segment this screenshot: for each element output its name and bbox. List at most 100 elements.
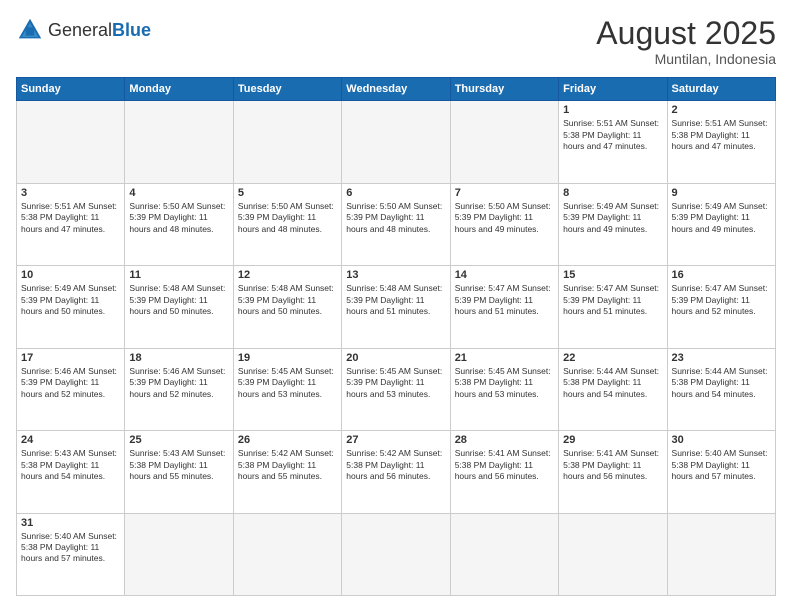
cell-date-number: 16 — [672, 269, 771, 281]
calendar-header-wednesday: Wednesday — [342, 78, 450, 101]
calendar-cell: 8 Sunrise: 5:49 AM Sunset: 5:39 PM Daylig… — [559, 183, 667, 265]
calendar-cell: 28Sunrise: 5:41 AM Sunset: 5:38 PM Dayli… — [450, 431, 558, 513]
calendar-cell: 24 Sunrise: 5:43 AM Sunset: 5:38 PM Dayli… — [17, 431, 125, 513]
cell-info-text: Sunrise: 5:42 AM Sunset: 5:38 PM Dayligh… — [238, 448, 337, 482]
month-title: August 2025 — [596, 16, 776, 51]
cell-info-text: Sunrise: 5:42 AM Sunset: 5:38 PM Dayligh… — [346, 448, 445, 482]
cell-info-text: Sunrise: 5:41 AM Sunset: 5:38 PM Dayligh… — [563, 448, 662, 482]
calendar-cell: 17 Sunrise: 5:46 AM Sunset: 5:39 PM Dayli… — [17, 348, 125, 430]
calendar-cell: 13 Sunrise: 5:48 AM Sunset: 5:39 PM Dayli… — [342, 266, 450, 348]
calendar-week-row: 3Sunrise: 5:51 AM Sunset: 5:38 PM Daylig… — [17, 183, 776, 265]
cell-date-number: 27 — [346, 434, 445, 446]
calendar-cell: 16 Sunrise: 5:47 AM Sunset: 5:39 PM Dayli… — [667, 266, 775, 348]
calendar-cell: 10Sunrise: 5:49 AM Sunset: 5:39 PM Dayli… — [17, 266, 125, 348]
cell-info-text: Sunrise: 5:50 AM Sunset: 5:39 PM Dayligh… — [455, 201, 554, 235]
cell-info-text: Sunrise: 5:48 AM Sunset: 5:39 PM Dayligh… — [129, 283, 228, 317]
cell-date-number: 7 — [455, 187, 554, 199]
cell-info-text: Sunrise: 5:50 AM Sunset: 5:39 PM Dayligh… — [238, 201, 337, 235]
cell-date-number: 25 — [129, 434, 228, 446]
cell-info-text: Sunrise: 5:47 AM Sunset: 5:39 PM Dayligh… — [672, 283, 771, 317]
cell-date-number: 2 — [672, 104, 771, 116]
cell-info-text: Sunrise: 5:45 AM Sunset: 5:38 PM Dayligh… — [455, 366, 554, 400]
cell-date-number: 22 — [563, 352, 662, 364]
calendar: SundayMondayTuesdayWednesdayThursdayFrid… — [16, 77, 776, 596]
calendar-cell: 20 Sunrise: 5:45 AM Sunset: 5:39 PM Dayli… — [342, 348, 450, 430]
calendar-cell: 14 Sunrise: 5:47 AM Sunset: 5:39 PM Dayli… — [450, 266, 558, 348]
cell-info-text: Sunrise: 5:47 AM Sunset: 5:39 PM Dayligh… — [455, 283, 554, 317]
calendar-week-row: 24 Sunrise: 5:43 AM Sunset: 5:38 PM Dayli… — [17, 431, 776, 513]
cell-date-number: 5 — [238, 187, 337, 199]
cell-date-number: 23 — [672, 352, 771, 364]
calendar-header-row: SundayMondayTuesdayWednesdayThursdayFrid… — [17, 78, 776, 101]
cell-date-number: 29 — [563, 434, 662, 446]
calendar-cell: 12 Sunrise: 5:48 AM Sunset: 5:39 PM Dayli… — [233, 266, 341, 348]
cell-info-text: Sunrise: 5:45 AM Sunset: 5:39 PM Dayligh… — [346, 366, 445, 400]
calendar-cell: 26Sunrise: 5:42 AM Sunset: 5:38 PM Dayli… — [233, 431, 341, 513]
cell-date-number: 17 — [21, 352, 120, 364]
calendar-week-row: 10Sunrise: 5:49 AM Sunset: 5:39 PM Dayli… — [17, 266, 776, 348]
cell-info-text: Sunrise: 5:40 AM Sunset: 5:38 PM Dayligh… — [21, 531, 120, 565]
logo-icon — [16, 16, 44, 44]
cell-info-text: Sunrise: 5:48 AM Sunset: 5:39 PM Dayligh… — [346, 283, 445, 317]
cell-date-number: 13 — [346, 269, 445, 281]
cell-info-text: Sunrise: 5:49 AM Sunset: 5:39 PM Dayligh… — [21, 283, 120, 317]
calendar-cell: 30 Sunrise: 5:40 AM Sunset: 5:38 PM Dayli… — [667, 431, 775, 513]
cell-info-text: Sunrise: 5:40 AM Sunset: 5:38 PM Dayligh… — [672, 448, 771, 482]
calendar-cell — [233, 101, 341, 183]
calendar-cell: 7 Sunrise: 5:50 AM Sunset: 5:39 PM Daylig… — [450, 183, 558, 265]
cell-date-number: 12 — [238, 269, 337, 281]
calendar-cell — [17, 101, 125, 183]
page: GeneralBlue August 2025 Muntilan, Indone… — [0, 0, 792, 612]
cell-info-text: Sunrise: 5:45 AM Sunset: 5:39 PM Dayligh… — [238, 366, 337, 400]
calendar-cell — [450, 101, 558, 183]
cell-date-number: 20 — [346, 352, 445, 364]
calendar-cell: 3Sunrise: 5:51 AM Sunset: 5:38 PM Daylig… — [17, 183, 125, 265]
calendar-week-row: 31Sunrise: 5:40 AM Sunset: 5:38 PM Dayli… — [17, 513, 776, 595]
calendar-cell: 25 Sunrise: 5:43 AM Sunset: 5:38 PM Dayli… — [125, 431, 233, 513]
calendar-header-tuesday: Tuesday — [233, 78, 341, 101]
location: Muntilan, Indonesia — [596, 51, 776, 67]
calendar-week-row: 17 Sunrise: 5:46 AM Sunset: 5:39 PM Dayli… — [17, 348, 776, 430]
calendar-cell: 31Sunrise: 5:40 AM Sunset: 5:38 PM Dayli… — [17, 513, 125, 595]
calendar-header-sunday: Sunday — [17, 78, 125, 101]
cell-date-number: 21 — [455, 352, 554, 364]
logo-text: GeneralBlue — [48, 20, 151, 41]
calendar-cell: 1Sunrise: 5:51 AM Sunset: 5:38 PM Daylig… — [559, 101, 667, 183]
cell-info-text: Sunrise: 5:44 AM Sunset: 5:38 PM Dayligh… — [672, 366, 771, 400]
cell-date-number: 6 — [346, 187, 445, 199]
calendar-cell — [125, 513, 233, 595]
cell-date-number: 18 — [129, 352, 228, 364]
cell-date-number: 8 — [563, 187, 662, 199]
cell-date-number: 30 — [672, 434, 771, 446]
cell-info-text: Sunrise: 5:47 AM Sunset: 5:39 PM Dayligh… — [563, 283, 662, 317]
calendar-cell: 4Sunrise: 5:50 AM Sunset: 5:39 PM Daylig… — [125, 183, 233, 265]
calendar-cell: 21 Sunrise: 5:45 AM Sunset: 5:38 PM Dayli… — [450, 348, 558, 430]
cell-date-number: 24 — [21, 434, 120, 446]
cell-info-text: Sunrise: 5:49 AM Sunset: 5:39 PM Dayligh… — [563, 201, 662, 235]
cell-date-number: 14 — [455, 269, 554, 281]
cell-info-text: Sunrise: 5:50 AM Sunset: 5:39 PM Dayligh… — [129, 201, 228, 235]
cell-info-text: Sunrise: 5:48 AM Sunset: 5:39 PM Dayligh… — [238, 283, 337, 317]
calendar-cell: 23 Sunrise: 5:44 AM Sunset: 5:38 PM Dayli… — [667, 348, 775, 430]
cell-date-number: 19 — [238, 352, 337, 364]
cell-date-number: 15 — [563, 269, 662, 281]
cell-info-text: Sunrise: 5:46 AM Sunset: 5:39 PM Dayligh… — [21, 366, 120, 400]
calendar-cell: 9Sunrise: 5:49 AM Sunset: 5:39 PM Daylig… — [667, 183, 775, 265]
calendar-cell — [450, 513, 558, 595]
calendar-cell: 29 Sunrise: 5:41 AM Sunset: 5:38 PM Dayli… — [559, 431, 667, 513]
cell-date-number: 9 — [672, 187, 771, 199]
cell-date-number: 28 — [455, 434, 554, 446]
cell-info-text: Sunrise: 5:51 AM Sunset: 5:38 PM Dayligh… — [672, 118, 771, 152]
calendar-header-friday: Friday — [559, 78, 667, 101]
cell-date-number: 3 — [21, 187, 120, 199]
cell-info-text: Sunrise: 5:44 AM Sunset: 5:38 PM Dayligh… — [563, 366, 662, 400]
cell-info-text: Sunrise: 5:50 AM Sunset: 5:39 PM Dayligh… — [346, 201, 445, 235]
calendar-header-saturday: Saturday — [667, 78, 775, 101]
calendar-cell — [342, 101, 450, 183]
cell-info-text: Sunrise: 5:43 AM Sunset: 5:38 PM Dayligh… — [129, 448, 228, 482]
calendar-cell: 27 Sunrise: 5:42 AM Sunset: 5:38 PM Dayli… — [342, 431, 450, 513]
calendar-cell — [667, 513, 775, 595]
calendar-header-thursday: Thursday — [450, 78, 558, 101]
calendar-cell — [559, 513, 667, 595]
cell-info-text: Sunrise: 5:43 AM Sunset: 5:38 PM Dayligh… — [21, 448, 120, 482]
